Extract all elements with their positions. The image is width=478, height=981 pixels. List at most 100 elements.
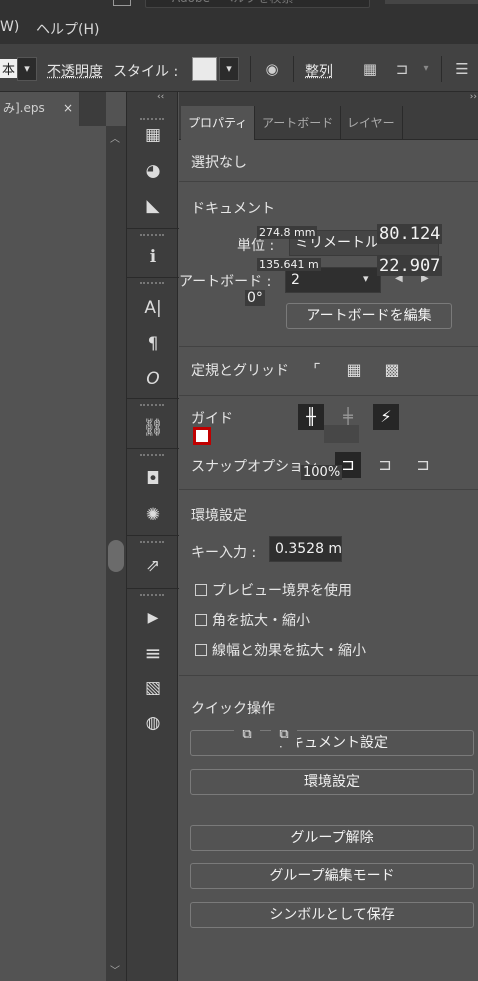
document-tab[interactable]: み].eps × (0, 92, 80, 126)
none-swatch-icon[interactable] (193, 427, 211, 445)
panel-dock: ‹‹ ▦ ◕ ◣ ℹ A| ¶ O ⛓ ◘ ✺ ⇗ ▶ ≡ ▧ ◍ (126, 92, 179, 981)
snap-to-glyph-icon[interactable]: ⊐ (410, 452, 436, 478)
quick-actions-title: クイック操作 (191, 701, 275, 717)
workspace-switcher[interactable] (385, 0, 478, 4)
snap-link-icon[interactable]: ⊐ (392, 59, 412, 79)
control-divider (250, 56, 251, 82)
panel-divider (127, 448, 179, 449)
panel-grip[interactable] (140, 454, 164, 458)
rulers-grids-title: 定規とグリッド (191, 363, 289, 379)
panel-grip[interactable] (140, 234, 164, 238)
help-search-input[interactable]: Adobe · ヘルプを検索 (145, 0, 370, 8)
place-image-icon[interactable]: ◘ (140, 466, 166, 492)
rotation-readout: 0° (245, 290, 265, 306)
style-label: スタイル : (113, 64, 179, 80)
symbol-burst-icon[interactable]: ✺ (140, 502, 166, 528)
panel-divider (127, 535, 179, 536)
tab-properties[interactable]: プロパティ (181, 106, 256, 140)
close-tab-icon[interactable]: × (63, 92, 73, 124)
document-tab-label: み].eps (3, 101, 45, 115)
panel-grip[interactable] (140, 541, 164, 545)
key-input-label: キー入力 : (191, 545, 257, 561)
panel-divider (127, 228, 179, 229)
recolor-wheel-icon[interactable]: ◉ (262, 59, 282, 79)
stroke-lines-icon[interactable]: ≡ (140, 640, 166, 666)
menu-help[interactable]: ヘルプ(H) (36, 19, 99, 39)
font-dropdown-chevron-icon[interactable]: ▾ (17, 57, 37, 81)
panel-divider (127, 588, 179, 589)
snap-options-title: スナップオプション (191, 459, 317, 475)
panel-grip[interactable] (140, 594, 164, 598)
artboard-label: アートボード : (179, 274, 272, 290)
gradient-panel-icon[interactable]: ▧ (140, 675, 166, 701)
align-label[interactable]: 整列 (305, 61, 333, 81)
align-grid-icon[interactable]: ▦ (360, 59, 380, 79)
info-icon[interactable]: ℹ (140, 244, 166, 270)
collapse-panel-icon[interactable]: ›› (470, 92, 477, 102)
artboards-panel-icon[interactable]: ▦ (140, 122, 166, 148)
panel-grip[interactable] (140, 404, 164, 408)
vertical-scrollbar[interactable]: ︿ ﹀ (106, 126, 126, 981)
panel-tabs: プロパティ アートボード レイヤー (179, 106, 478, 140)
scroll-down-arrow-icon[interactable]: ﹀ (110, 962, 120, 977)
smart-guides-icon[interactable]: ⚡ (373, 404, 399, 430)
links-icon[interactable]: ⛓ (140, 415, 166, 441)
use-preview-bounds-checkbox[interactable]: プレビュー境界を使用 (195, 580, 352, 600)
key-increment-input[interactable]: 0.3528 m (269, 536, 342, 562)
opacity-label[interactable]: 不透明度 (47, 61, 103, 81)
export-icon[interactable]: ⇗ (140, 553, 166, 579)
panel-divider (127, 398, 179, 399)
grid-icon[interactable]: ▦ (341, 357, 367, 383)
scale-corners-checkbox[interactable]: 角を拡大・縮小 (195, 610, 310, 630)
scale-strokes-effects-checkbox[interactable]: 線幅と効果を拡大・縮小 (195, 640, 366, 660)
width-readout: 274.8 mm (257, 226, 318, 239)
opentype-icon[interactable]: O (140, 366, 166, 392)
ungroup-button[interactable]: グループ解除 (190, 825, 474, 851)
collapse-dock-icon[interactable]: ‹‹ (157, 92, 164, 102)
scrollbar-thumb[interactable] (108, 540, 124, 572)
tab-layers[interactable]: レイヤー (340, 106, 403, 140)
edit-artboards-button[interactable]: アートボードを編集 (286, 303, 452, 329)
font-field[interactable]: 本 (0, 59, 18, 78)
guide-tooltip-backdrop (324, 425, 359, 443)
menu-bar: Adobe · ヘルプを検索 W) ヘルプ(H) (0, 0, 478, 44)
transparency-grid-icon[interactable]: ▩ (379, 357, 405, 383)
artboard-dropdown-chevron-icon[interactable]: ▾ (363, 272, 369, 285)
section-divider (179, 346, 478, 347)
color-palette-icon[interactable]: ◕ (140, 158, 166, 184)
gradient-wedge-icon[interactable]: ◣ (140, 193, 166, 219)
scroll-up-arrow-icon[interactable]: ︿ (110, 130, 120, 145)
height-readout: 135.641 m (257, 258, 321, 271)
guides-title: ガイド (191, 411, 233, 427)
canvas[interactable] (0, 126, 106, 981)
section-divider (179, 675, 478, 676)
selection-status: 選択なし (191, 155, 247, 171)
tab-artboards[interactable]: アートボード (255, 106, 342, 140)
properties-panel: ›› プロパティ アートボード レイヤー 選択なし ドキュメント 単位 : ミリ… (179, 92, 478, 981)
menu-window[interactable]: W) (0, 19, 19, 35)
x-coordinate-readout: 80.124 (377, 224, 443, 244)
window-icon[interactable] (113, 0, 131, 6)
style-swatch[interactable] (192, 57, 217, 81)
isolation-mode-button[interactable]: グループ編集モード (190, 863, 474, 889)
arrange-back-icon[interactable]: ⧉ (234, 724, 260, 746)
transparency-icon[interactable]: ◍ (140, 710, 166, 736)
section-divider (179, 395, 478, 396)
document-section-title: ドキュメント (191, 201, 275, 217)
control-bar: 本 ▾ 不透明度 スタイル : ▾ ◉ 整列 ▦ ⊐ ▾ ☰ (0, 44, 478, 92)
style-dropdown-chevron-icon[interactable]: ▾ (219, 57, 239, 81)
ruler-icon[interactable]: ⌜ (304, 357, 330, 383)
paragraph-icon[interactable]: ¶ (140, 331, 166, 357)
save-as-symbol-button[interactable]: シンボルとして保存 (190, 902, 474, 928)
panel-grip[interactable] (140, 282, 164, 286)
section-divider (179, 489, 478, 490)
snap-dropdown-chevron-icon[interactable]: ▾ (416, 59, 436, 79)
play-action-icon[interactable]: ▶ (140, 605, 166, 631)
preferences-button[interactable]: 環境設定 (190, 769, 474, 795)
show-guides-icon[interactable]: ╫ (298, 404, 324, 430)
snap-to-pixel-icon[interactable]: ⊐ (372, 452, 398, 478)
character-icon[interactable]: A| (140, 295, 166, 321)
arrange-front-icon[interactable]: ⧉ (271, 724, 297, 746)
document-setup-button[interactable]: ドキュメント設定 (190, 730, 474, 756)
panel-menu-list-icon[interactable]: ☰ (452, 59, 472, 79)
